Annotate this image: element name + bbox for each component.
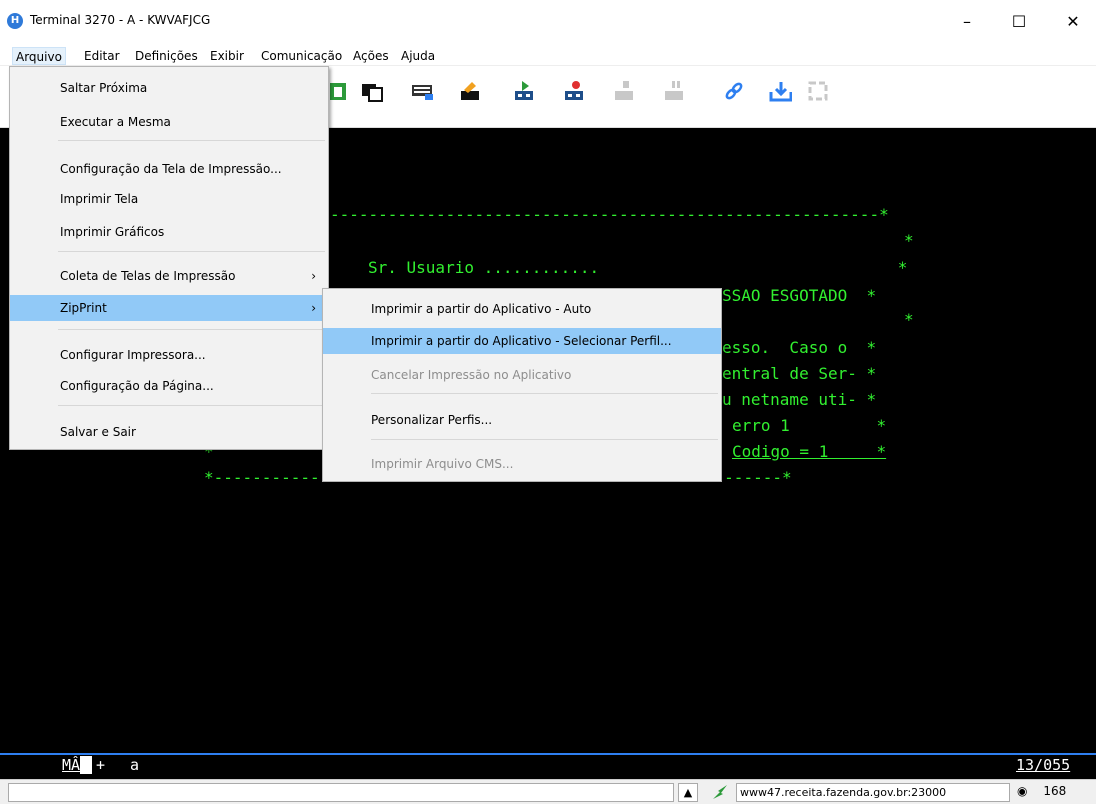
terminal-line: * xyxy=(904,310,914,329)
menu-item-coleta-telas[interactable]: Coleta de Telas de Impressão › xyxy=(10,263,328,289)
menu-item-personalizar-perfis[interactable]: Personalizar Perfis... xyxy=(323,407,721,433)
oia-cursor-block xyxy=(80,756,92,774)
pause-macro-icon xyxy=(662,78,686,104)
terminal-line: ----------------------------------------… xyxy=(330,205,889,224)
lock-icon: ◉ xyxy=(1017,784,1028,798)
menu-comunicacao[interactable]: Comunicação xyxy=(258,47,345,65)
menu-item-saltar-proxima[interactable]: Saltar Próxima xyxy=(10,75,328,101)
menu-separator xyxy=(371,393,718,394)
window-title: Terminal 3270 - A - KWVAFJCG xyxy=(30,13,211,27)
host-address: www47.receita.fazenda.gov.br:23000 xyxy=(736,783,1010,802)
close-button[interactable]: ✕ xyxy=(1050,0,1096,44)
download-icon[interactable] xyxy=(768,78,792,104)
cursor-position: 13/055 xyxy=(1016,756,1071,774)
menu-item-executar-mesma[interactable]: Executar a Mesma xyxy=(10,109,328,135)
session-counter: ◉ 168 xyxy=(1014,783,1092,802)
record-macro-icon[interactable] xyxy=(562,78,586,104)
menu-editar[interactable]: Editar xyxy=(81,47,123,65)
play-macro-icon[interactable] xyxy=(512,78,536,104)
menu-bar: Arquivo Editar Definições Exibir Comunic… xyxy=(0,44,1096,66)
oia-a: a xyxy=(130,756,140,774)
operator-information-area: MÂ + a 13/055 xyxy=(0,753,1096,779)
edit-icon[interactable] xyxy=(458,78,482,104)
menu-separator xyxy=(58,251,325,252)
menu-item-imprimir-selecionar-perfil[interactable]: Imprimir a partir do Aplicativo - Seleci… xyxy=(323,328,721,354)
menu-definicoes[interactable]: Definições xyxy=(132,47,201,65)
menu-item-imprimir-arquivo-cms: Imprimir Arquivo CMS... xyxy=(371,457,514,471)
menu-separator xyxy=(58,329,325,330)
oia-mode: MÂ xyxy=(62,756,81,774)
scroll-up-icon[interactable]: ▲ xyxy=(678,783,698,802)
refresh-icon xyxy=(806,78,830,104)
menu-ajuda[interactable]: Ajuda xyxy=(398,47,438,65)
stop-macro-icon xyxy=(612,78,636,104)
terminal-line: SSAO ESGOTADO * xyxy=(722,286,877,305)
chevron-right-icon: › xyxy=(311,269,316,283)
oia-plus: + xyxy=(96,756,106,774)
keyboard-icon[interactable] xyxy=(410,78,434,104)
link-icon[interactable] xyxy=(722,78,746,104)
menu-separator xyxy=(58,405,325,406)
menu-acoes[interactable]: Ações xyxy=(350,47,392,65)
menu-separator xyxy=(371,439,718,440)
menu-item-label: ZipPrint xyxy=(60,301,107,315)
menu-item-cancelar-impressao: Cancelar Impressão no Aplicativo xyxy=(371,368,572,382)
menu-item-config-tela-impressao[interactable]: Configuração da Tela de Impressão... xyxy=(10,156,328,182)
terminal-line: Sr. Usuario ............ * xyxy=(368,258,908,277)
menu-item-salvar-sair[interactable]: Salvar e Sair xyxy=(10,419,328,445)
terminal-line: erro 1 * xyxy=(732,416,887,435)
chevron-right-icon: › xyxy=(311,301,316,315)
file-menu: Saltar Próxima Executar a Mesma Configur… xyxy=(9,66,329,450)
menu-item-configuracao-pagina[interactable]: Configuração da Página... xyxy=(10,373,328,399)
menu-exibir[interactable]: Exibir xyxy=(207,47,247,65)
maximize-button[interactable]: ☐ xyxy=(996,0,1042,44)
menu-item-imprimir-auto[interactable]: Imprimir a partir do Aplicativo - Auto xyxy=(323,296,721,322)
menu-arquivo[interactable]: Arquivo xyxy=(12,47,66,65)
menu-item-configurar-impressora[interactable]: Configurar Impressora... xyxy=(10,342,328,368)
session-number: 168 xyxy=(1043,784,1067,798)
clipboard-icon[interactable] xyxy=(326,78,350,104)
menu-item-imprimir-graficos[interactable]: Imprimir Gráficos xyxy=(10,219,328,245)
terminal-line: * xyxy=(904,231,914,250)
app-icon: H xyxy=(7,13,23,29)
minimize-button[interactable]: – xyxy=(944,0,990,44)
zipprint-submenu: Imprimir a partir do Aplicativo - Auto I… xyxy=(322,288,722,482)
terminal-line: Codigo = 1 * xyxy=(732,442,887,461)
status-message-panel xyxy=(8,783,674,802)
menu-separator xyxy=(58,140,325,141)
title-bar: H Terminal 3270 - A - KWVAFJCG – ☐ ✕ xyxy=(0,0,1096,44)
terminal-line: entral de Ser- * xyxy=(722,364,877,383)
menu-item-imprimir-tela[interactable]: Imprimir Tela xyxy=(10,186,328,212)
copy-screen-icon[interactable] xyxy=(360,78,384,104)
terminal-line: u netname uti- * xyxy=(722,390,877,409)
connection-icon xyxy=(710,783,730,802)
menu-item-zipprint[interactable]: ZipPrint › xyxy=(10,295,328,321)
status-bar: ▲ www47.receita.fazenda.gov.br:23000 ◉ 1… xyxy=(0,779,1096,804)
menu-item-label: Coleta de Telas de Impressão xyxy=(60,269,236,283)
terminal-line: esso. Caso o * xyxy=(722,338,877,357)
